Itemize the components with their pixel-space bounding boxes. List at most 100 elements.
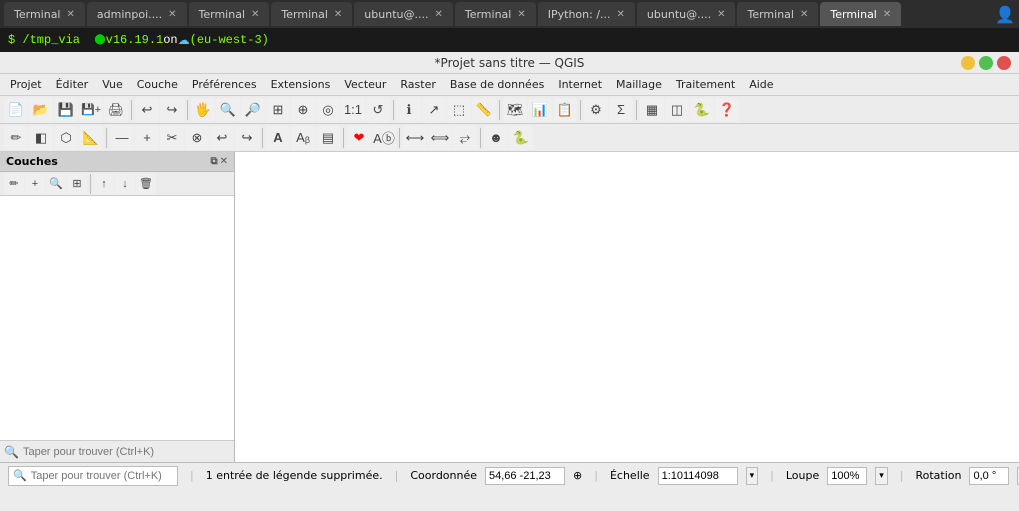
pin-button[interactable]: ⟷: [403, 126, 427, 150]
menu-couche[interactable]: Couche: [131, 76, 184, 93]
zoom-in-button[interactable]: 🔍: [216, 98, 240, 122]
zoom-selection-button[interactable]: ⊕: [291, 98, 315, 122]
redo-edit-button[interactable]: ↪: [235, 126, 259, 150]
magnifier-dropdown-button[interactable]: ▾: [875, 467, 888, 485]
menu-raster[interactable]: Raster: [394, 76, 441, 93]
undo-button[interactable]: ↩: [135, 98, 159, 122]
tab-close-4[interactable]: ✕: [434, 9, 442, 20]
menu-maillage[interactable]: Maillage: [610, 76, 668, 93]
new-project-button[interactable]: 📄: [4, 98, 28, 122]
rotation-input[interactable]: [969, 467, 1009, 485]
map-canvas[interactable]: [235, 152, 1019, 462]
python-button[interactable]: 🐍: [690, 98, 714, 122]
tab-close-8[interactable]: ✕: [800, 9, 808, 20]
map-tips-button[interactable]: 🗺: [503, 98, 527, 122]
tab-close-0[interactable]: ✕: [67, 9, 75, 20]
minimize-button[interactable]: [961, 56, 975, 70]
tab-close-3[interactable]: ✕: [334, 9, 342, 20]
atlas-button[interactable]: ◫: [665, 98, 689, 122]
undo-edit-button[interactable]: ↩: [210, 126, 234, 150]
stats-button[interactable]: 📊: [528, 98, 552, 122]
shape-button[interactable]: 📐: [79, 126, 103, 150]
layer-up-button[interactable]: ↑: [94, 174, 114, 194]
label-a-button[interactable]: A: [266, 126, 290, 150]
menu-vecteur[interactable]: Vecteur: [338, 76, 392, 93]
tab-3[interactable]: Terminal ✕: [271, 2, 352, 26]
tab-9[interactable]: Terminal ✕: [820, 2, 901, 26]
digitize-button[interactable]: ◧: [29, 126, 53, 150]
add-feature-button[interactable]: +: [135, 126, 159, 150]
red-button[interactable]: ❤: [347, 126, 371, 150]
menu-internet[interactable]: Internet: [552, 76, 608, 93]
tab-6[interactable]: IPython: /... ✕: [538, 2, 635, 26]
zoom-layer-button[interactable]: ◎: [316, 98, 340, 122]
attr-table-button[interactable]: 📋: [553, 98, 577, 122]
menu-aide[interactable]: Aide: [743, 76, 779, 93]
menu-extensions[interactable]: Extensions: [265, 76, 337, 93]
advanced-dig-button[interactable]: ⬡: [54, 126, 78, 150]
save-as-button[interactable]: 💾+: [79, 98, 103, 122]
layer-search-input[interactable]: [23, 446, 230, 458]
tab-2[interactable]: Terminal ✕: [189, 2, 270, 26]
split-button[interactable]: —: [110, 126, 134, 150]
redo-button[interactable]: ↪: [160, 98, 184, 122]
zoom-full-button[interactable]: ⊞: [266, 98, 290, 122]
tab-close-1[interactable]: ✕: [168, 9, 176, 20]
tab-4[interactable]: ubuntu@.... ✕: [354, 2, 453, 26]
format-button[interactable]: ▤: [316, 126, 340, 150]
tab-1[interactable]: adminpoi.... ✕: [87, 2, 187, 26]
print-button[interactable]: 🖨: [104, 98, 128, 122]
identify-button[interactable]: ℹ: [397, 98, 421, 122]
grid-button[interactable]: ▦: [640, 98, 664, 122]
tab-close-5[interactable]: ✕: [517, 9, 525, 20]
pan-button[interactable]: 🖐: [191, 98, 215, 122]
cut-feature-button[interactable]: ✂: [160, 126, 184, 150]
move-label-button[interactable]: ⟺: [428, 126, 452, 150]
zoom-native-button[interactable]: 1:1: [341, 98, 365, 122]
layer-edit-button[interactable]: ✏: [4, 174, 24, 194]
settings-button[interactable]: ⚙: [584, 98, 608, 122]
menu-preferences[interactable]: Préférences: [186, 76, 263, 93]
layer-down-button[interactable]: ↓: [115, 174, 135, 194]
measure-button[interactable]: 📏: [472, 98, 496, 122]
python2-button[interactable]: 🐍: [509, 126, 533, 150]
coordinate-input[interactable]: [485, 467, 565, 485]
zoom-out-button[interactable]: 🔎: [241, 98, 265, 122]
maximize-button[interactable]: [979, 56, 993, 70]
tab-5[interactable]: Terminal ✕: [455, 2, 536, 26]
layer-filter-button[interactable]: 🔍: [46, 174, 66, 194]
tab-7[interactable]: ubuntu@.... ✕: [637, 2, 736, 26]
scale-dropdown-button[interactable]: ▾: [746, 467, 759, 485]
open-project-button[interactable]: 📂: [29, 98, 53, 122]
profile-button[interactable]: ☻: [484, 126, 508, 150]
sigma-button[interactable]: Σ: [609, 98, 633, 122]
layer-group-button[interactable]: ⊞: [67, 174, 87, 194]
label-ab-button[interactable]: Aᵦ: [291, 126, 315, 150]
panel-float-button[interactable]: ⧉: [210, 156, 217, 167]
edit-pencil-button[interactable]: ✏: [4, 126, 28, 150]
tab-8[interactable]: Terminal ✕: [737, 2, 818, 26]
refresh-button[interactable]: ↺: [366, 98, 390, 122]
deselect-button[interactable]: ⬚: [447, 98, 471, 122]
save-project-button[interactable]: 💾: [54, 98, 78, 122]
tab-close-2[interactable]: ✕: [251, 9, 259, 20]
delete-feature-button[interactable]: ⊗: [185, 126, 209, 150]
menu-vue[interactable]: Vue: [96, 76, 129, 93]
help-button[interactable]: ❓: [715, 98, 739, 122]
tab-0[interactable]: Terminal ✕: [4, 2, 85, 26]
tab-close-7[interactable]: ✕: [717, 9, 725, 20]
scale-input[interactable]: [658, 467, 738, 485]
status-search-input[interactable]: [31, 470, 173, 482]
magnifier-input[interactable]: [827, 467, 867, 485]
tab-close-6[interactable]: ✕: [617, 9, 625, 20]
tab-close-9[interactable]: ✕: [883, 9, 891, 20]
panel-close-button[interactable]: ✕: [220, 156, 228, 167]
layer-delete-button[interactable]: 🗑: [136, 174, 156, 194]
label-button[interactable]: Aⓑ: [372, 126, 396, 150]
close-button[interactable]: [997, 56, 1011, 70]
menu-projet[interactable]: Projet: [4, 76, 48, 93]
menu-editer[interactable]: Éditer: [50, 76, 95, 93]
rotate-label-button[interactable]: ⥂: [453, 126, 477, 150]
menu-base-donnees[interactable]: Base de données: [444, 76, 550, 93]
layer-add-button[interactable]: +: [25, 174, 45, 194]
